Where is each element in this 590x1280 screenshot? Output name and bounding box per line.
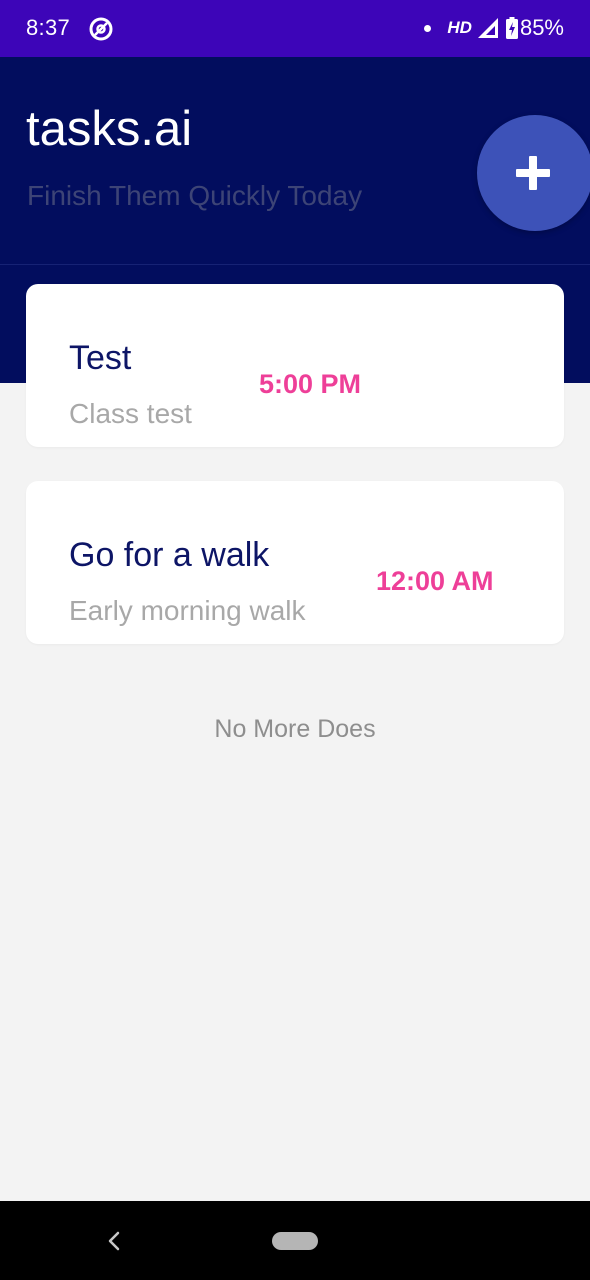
- vpn-at-icon: [89, 17, 113, 41]
- task-title: Go for a walk: [69, 536, 270, 574]
- notification-dot-icon: [424, 24, 432, 32]
- task-description: Early morning walk: [69, 595, 306, 626]
- header-divider: [0, 264, 590, 265]
- status-bar: 8:37 HD 85%: [0, 0, 590, 57]
- task-time: 12:00 AM: [376, 566, 494, 596]
- add-task-button[interactable]: [477, 115, 590, 231]
- task-card[interactable]: Go for a walk Early morning walk 12:00 A…: [26, 481, 564, 644]
- task-time: 5:00 PM: [259, 369, 362, 399]
- app-title: tasks.ai: [26, 102, 193, 156]
- task-description: Class test: [69, 398, 192, 429]
- chevron-left-icon[interactable]: [105, 1230, 123, 1252]
- battery-percent: 85%: [519, 15, 564, 40]
- task-title: Test: [69, 339, 132, 377]
- plus-icon: [516, 156, 550, 190]
- home-pill-icon[interactable]: [272, 1232, 318, 1250]
- signal-icon: [477, 18, 498, 38]
- battery-charging-icon: [505, 17, 518, 39]
- task-card[interactable]: Test Class test 5:00 PM: [26, 284, 564, 447]
- status-indicators: HD 85%: [424, 14, 564, 42]
- status-time: 8:37: [26, 15, 71, 40]
- no-more-tasks-message: No More Does: [214, 715, 376, 743]
- network-type-label: HD: [447, 18, 472, 37]
- system-nav-bar: [0, 1201, 590, 1280]
- app-subtitle: Finish Them Quickly Today: [27, 180, 363, 211]
